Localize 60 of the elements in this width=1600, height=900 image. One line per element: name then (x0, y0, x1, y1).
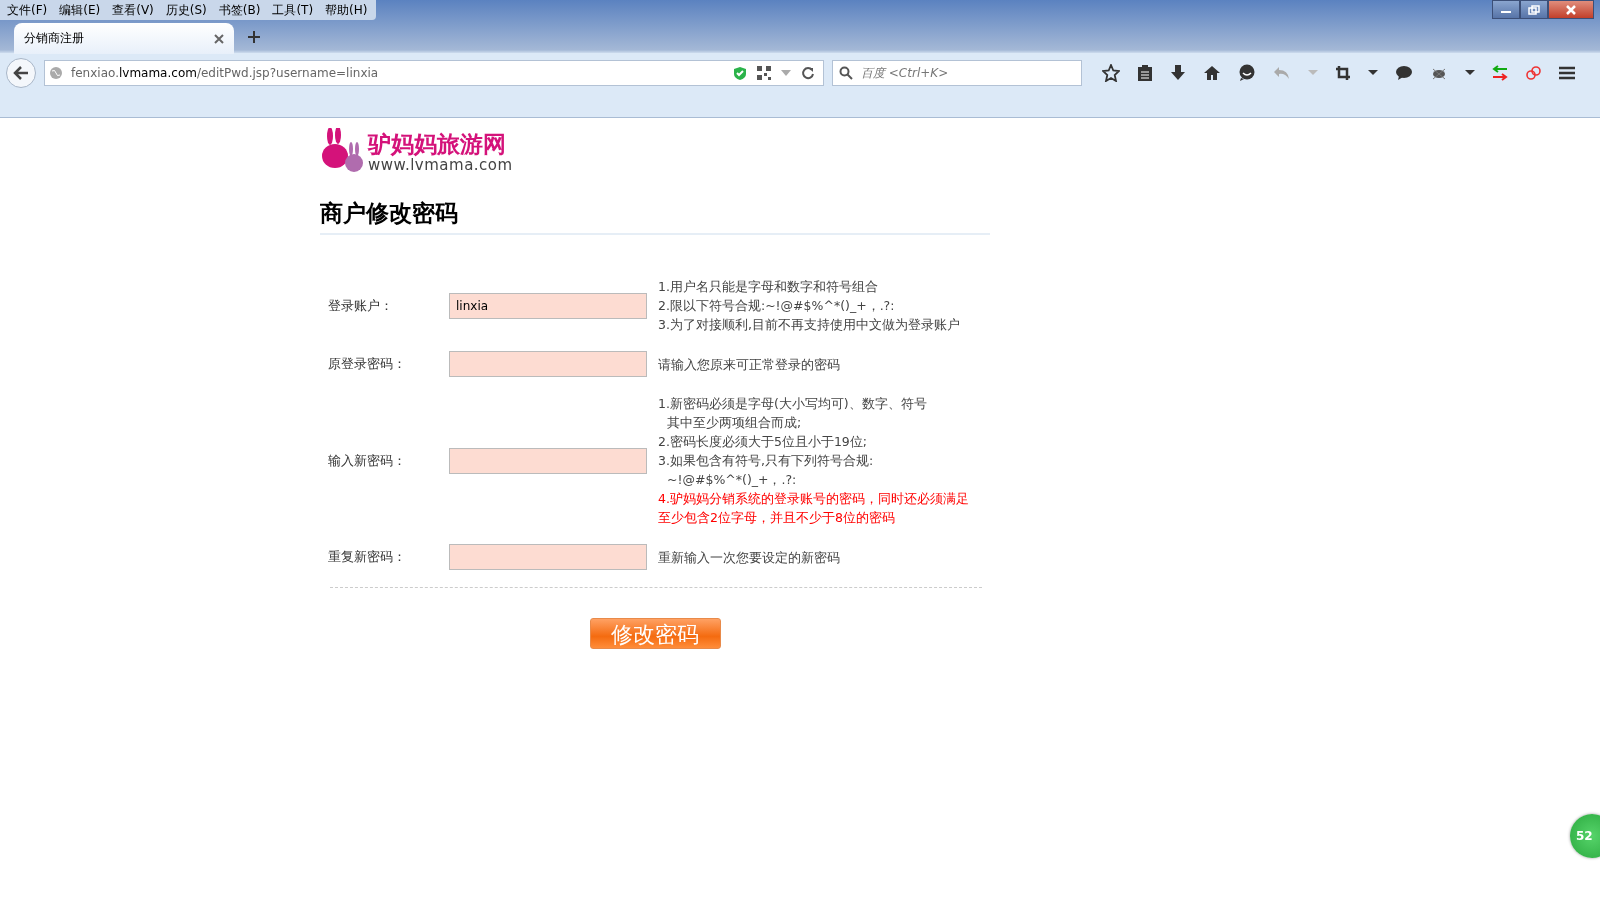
hint-text: 请输入您原来可正常登录的密码 (658, 355, 840, 374)
input-field[interactable] (449, 447, 647, 474)
shield-icon[interactable] (733, 65, 747, 81)
search-icon (839, 66, 853, 80)
field-label: 重复新密码： (328, 548, 407, 566)
dropdown-icon[interactable] (1368, 69, 1378, 77)
warning-text: 4.驴妈妈分销系统的登录账号的密码，同时还必须满足至少包含2位字母，并且不少于8位的密码 (658, 490, 970, 527)
input-field[interactable]: linxia (449, 292, 647, 319)
field-label: 输入新密码： (328, 451, 407, 470)
swap-arrows-icon[interactable] (1492, 65, 1508, 81)
field-label: 登录账户： (328, 296, 394, 315)
circles-icon[interactable] (1525, 65, 1541, 81)
hint-text: 3.如果包含有符号,只有下列符号合规: (658, 452, 875, 470)
input-field[interactable] (449, 544, 647, 570)
menu-item[interactable]: 文件(F) (2, 0, 53, 20)
clipboard-icon[interactable] (1137, 64, 1153, 82)
browser-tab[interactable]: 分销商注册 (14, 23, 234, 54)
hint-text: 3.为了对接顺利,目前不再支持使用中文做为登录账户 (658, 316, 960, 334)
search-field[interactable]: 百度 <Ctrl+K> (832, 60, 1082, 86)
hint-text: 其中至少两项组合而成; (666, 414, 803, 432)
hint-text: ~!@#$%^*()_+，.?: (666, 471, 798, 489)
menu-item[interactable]: 工具(T) (267, 0, 319, 20)
site-name: 驴妈妈旅游网 (368, 131, 507, 157)
url-text: fenxiao.lvmama.com/editPwd.jsp?username=linxia (71, 66, 380, 80)
close-button[interactable] (1548, 0, 1594, 19)
menu-item[interactable]: 帮助(H) (320, 0, 373, 20)
menu-item[interactable]: 查看(V) (107, 0, 159, 20)
menu-icon[interactable] (1558, 65, 1576, 81)
reload-icon[interactable] (801, 66, 815, 80)
rabbit-logo-icon (320, 128, 366, 174)
download-icon[interactable] (1170, 64, 1186, 82)
hint-text: 1.用户名只能是字母和数字和符号组合 (658, 278, 879, 296)
hint-text: 重新输入一次您要设定的新密码 (658, 548, 840, 567)
page-heading: 商户修改密码 (320, 198, 990, 235)
back-arrow-icon (13, 66, 29, 80)
back-button[interactable] (6, 58, 36, 88)
dropdown-icon[interactable] (1465, 69, 1475, 77)
menu-item[interactable]: 编辑(E) (54, 0, 106, 20)
restore-icon (1528, 4, 1540, 15)
close-tab-icon[interactable] (214, 33, 224, 44)
field-label: 原登录密码： (328, 355, 407, 373)
hint-text: 2.密码长度必须大于5位且小于19位; (658, 433, 868, 451)
home-icon[interactable] (1203, 65, 1221, 81)
star-icon[interactable] (1102, 64, 1120, 82)
menu-item[interactable]: 书签(B) (213, 0, 266, 20)
minimize-button[interactable] (1492, 0, 1520, 19)
smiley-chat-icon[interactable] (1238, 64, 1256, 82)
new-tab-icon[interactable] (248, 30, 260, 43)
menu-item[interactable]: 历史(S) (160, 0, 212, 20)
crop-icon[interactable] (1335, 65, 1351, 81)
input-field[interactable] (449, 351, 647, 377)
restore-button[interactable] (1520, 0, 1548, 19)
globe-icon (49, 66, 63, 80)
site-url: www.lvmama.com (368, 157, 513, 174)
address-bar[interactable]: fenxiao.lvmama.com/editPwd.jsp?username=linxia (44, 60, 824, 86)
hint-text: 2.限以下符号合规:~!@#$%^*()_+，.?: (658, 297, 896, 315)
speech-bubble-icon[interactable] (1395, 65, 1413, 81)
qr-code-icon[interactable] (757, 66, 771, 80)
close-icon (1565, 4, 1577, 15)
hint-text: 1.新密码必须是字母(大小写均可)、数字、符号 (658, 395, 928, 413)
